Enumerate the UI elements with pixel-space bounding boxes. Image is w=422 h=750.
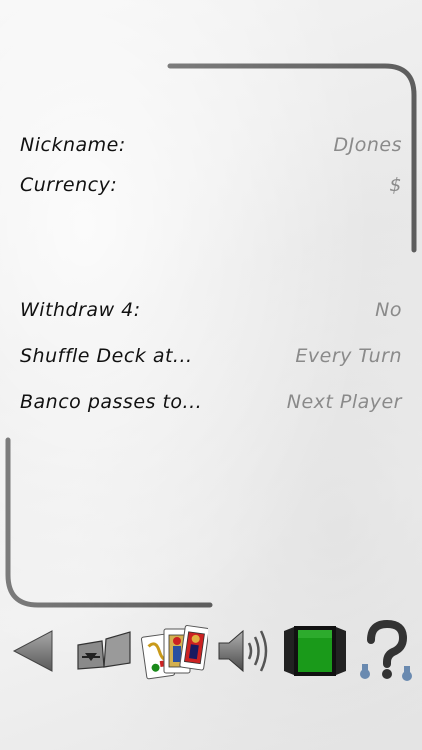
speaker-sound-icon — [218, 629, 268, 673]
shuffle-value[interactable]: Every Turn — [295, 345, 402, 367]
withdraw-label: Withdraw 4: — [20, 299, 141, 321]
sound-button[interactable] — [214, 616, 272, 686]
playing-cards-icon — [140, 625, 208, 680]
cards-button[interactable] — [140, 616, 208, 686]
nickname-label: Nickname: — [20, 134, 126, 156]
help-question-icon — [360, 619, 412, 681]
shuffle-row[interactable]: Shuffle Deck at... Every Turn — [20, 341, 402, 371]
banco-value[interactable]: Next Player — [287, 391, 402, 413]
bottom-toolbar — [0, 616, 422, 686]
banco-label: Banco passes to... — [20, 391, 203, 413]
table-color-button[interactable] — [282, 616, 348, 686]
banco-row[interactable]: Banco passes to... Next Player — [20, 387, 402, 417]
back-arrow-icon — [12, 630, 53, 672]
nickname-value[interactable]: DJones — [334, 134, 403, 156]
back-button[interactable] — [8, 616, 58, 686]
withdraw-row[interactable]: Withdraw 4: No — [20, 295, 402, 325]
currency-row[interactable]: Currency: $ — [20, 170, 402, 200]
currency-value[interactable]: $ — [389, 174, 402, 196]
nickname-row[interactable]: Nickname: DJones — [20, 130, 402, 160]
open-book-icon — [77, 631, 131, 670]
rules-button[interactable] — [74, 616, 134, 686]
green-square-icon — [284, 626, 346, 676]
shuffle-label: Shuffle Deck at... — [20, 345, 193, 367]
withdraw-value[interactable]: No — [375, 299, 402, 321]
currency-label: Currency: — [20, 174, 118, 196]
help-button[interactable] — [356, 616, 416, 686]
